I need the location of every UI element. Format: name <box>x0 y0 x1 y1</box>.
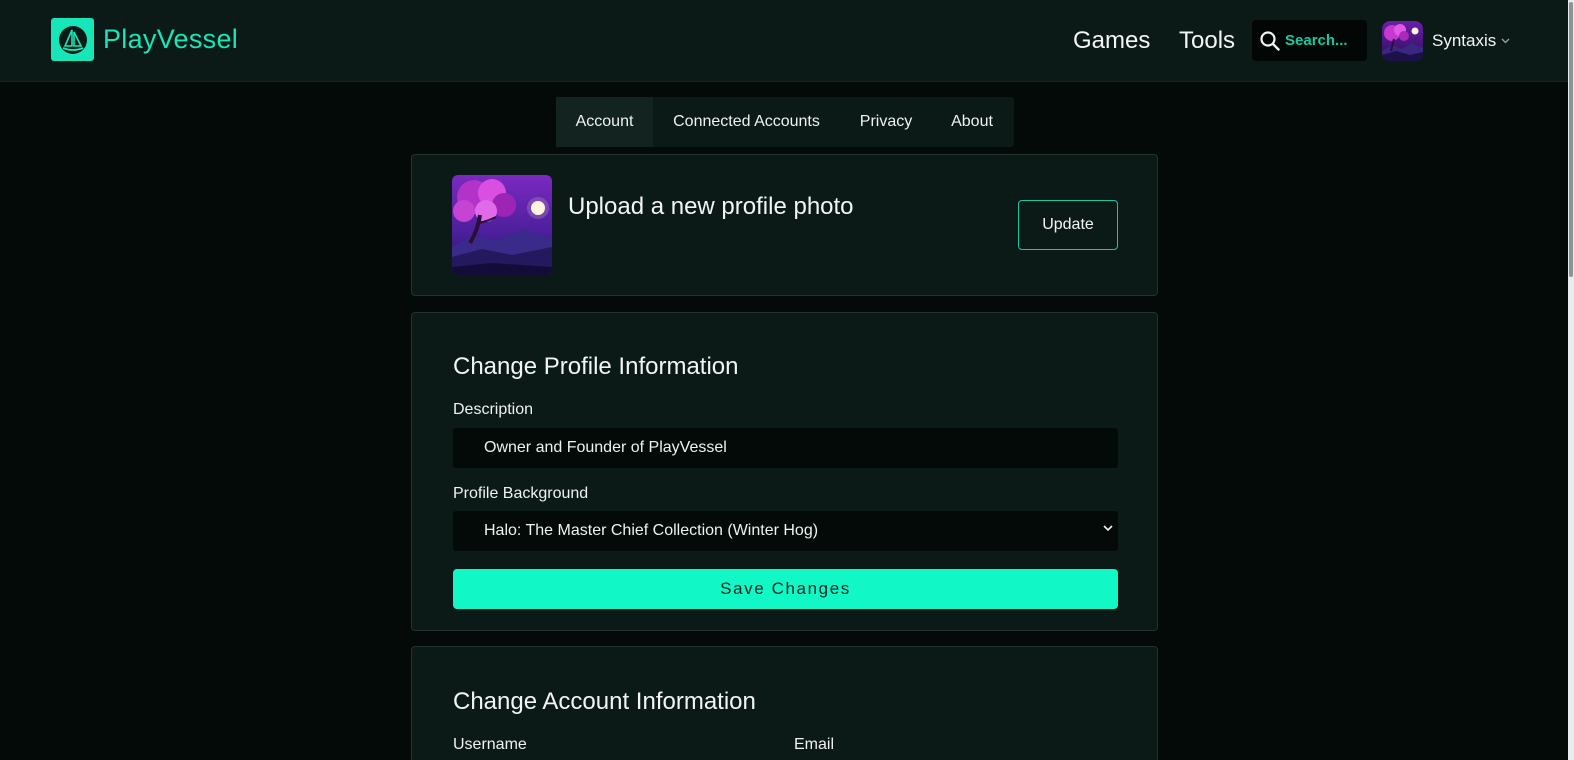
profile-background-label: Profile Background <box>453 485 589 502</box>
search-box <box>1252 20 1367 61</box>
settings-tabs: Account Connected Accounts Privacy About <box>556 97 1014 147</box>
nav-games[interactable]: Games <box>1073 27 1150 55</box>
tab-privacy[interactable]: Privacy <box>840 97 932 147</box>
brand-name: PlayVessel <box>103 24 239 54</box>
user-menu[interactable]: Syntaxis <box>1382 21 1510 61</box>
profile-photo-card: Upload a new profile photo Update <box>411 154 1158 296</box>
description-label: Description <box>453 401 534 418</box>
profile-background-select[interactable]: Halo: The Master Chief Collection (Winte… <box>453 511 1118 551</box>
nav-tools[interactable]: Tools <box>1179 27 1235 55</box>
tab-connected-accounts[interactable]: Connected Accounts <box>653 97 840 147</box>
tab-about[interactable]: About <box>932 97 1012 147</box>
upload-photo-title: Upload a new profile photo <box>568 193 854 220</box>
tab-account[interactable]: Account <box>556 97 653 147</box>
update-photo-button[interactable]: Update <box>1018 200 1118 250</box>
page-scrollbar[interactable] <box>1568 0 1574 760</box>
scrollbar-thumb[interactable] <box>1569 2 1573 277</box>
profile-info-title: Change Profile Information <box>453 353 739 380</box>
user-avatar <box>1382 21 1423 61</box>
profile-background-value: Halo: The Master Chief Collection (Winte… <box>484 522 819 539</box>
account-info-title: Change Account Information <box>453 688 756 715</box>
profile-photo <box>452 175 552 275</box>
chevron-down-icon <box>1103 525 1113 532</box>
sailboat-logo-icon <box>51 18 94 61</box>
brand-link[interactable]: PlayVessel <box>51 18 238 61</box>
settings-page: PlayVessel Games Tools Search... Syntaxi… <box>0 0 1574 760</box>
username-label: Username <box>453 736 527 753</box>
email-label: Email <box>794 736 835 753</box>
user-name: Syntaxis <box>1432 31 1497 50</box>
description-input[interactable] <box>453 428 1118 468</box>
search-input[interactable] <box>1285 32 1363 49</box>
profile-info-card: Change Profile Information Description P… <box>411 312 1158 631</box>
search-icon <box>1260 30 1280 51</box>
save-changes-button[interactable]: Save Changes <box>453 569 1118 609</box>
top-navbar: PlayVessel Games Tools Search... Syntaxi… <box>0 0 1568 82</box>
account-info-card: Change Account Information Username Emai… <box>411 646 1158 760</box>
chevron-down-icon <box>1501 38 1510 44</box>
